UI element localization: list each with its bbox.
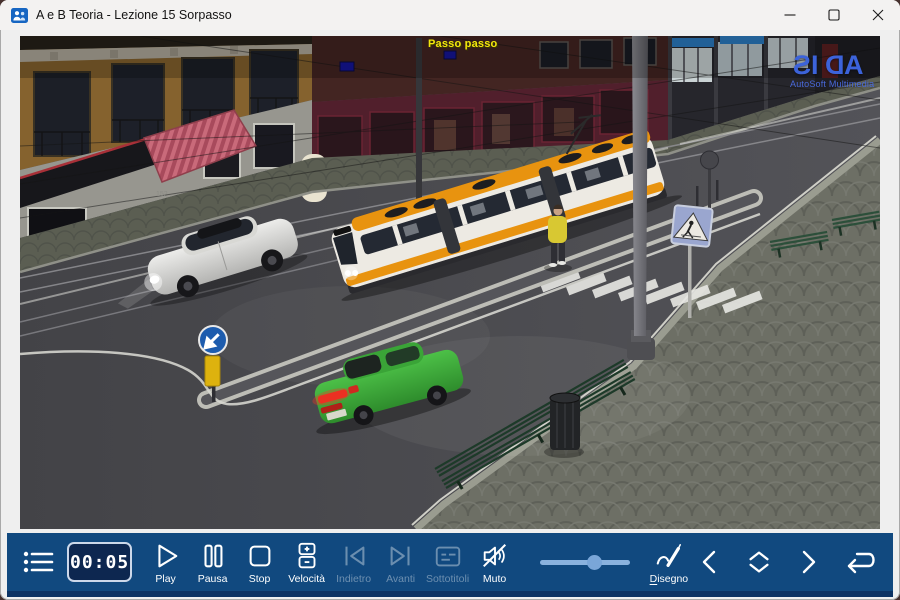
chevron-left-icon — [698, 548, 722, 576]
lesson-video-viewport[interactable]: Passo passo 152 SIDA AutoSoft Multimedia — [20, 36, 880, 529]
app-window: A e B Teoria - Lezione 15 Sorpasso — [0, 0, 900, 600]
subtitles-icon — [433, 541, 463, 571]
minimize-icon — [784, 9, 796, 21]
chapter-list-button[interactable] — [743, 545, 775, 579]
step-forward-button[interactable]: Avanti — [377, 539, 424, 585]
menu-button[interactable] — [21, 547, 55, 577]
play-icon — [151, 541, 181, 571]
skip-forward-icon — [386, 541, 416, 571]
maximize-button[interactable] — [812, 0, 856, 30]
mute-icon — [480, 541, 510, 571]
volume-slider-thumb[interactable] — [587, 555, 602, 570]
previous-button[interactable] — [694, 545, 726, 579]
app-icon — [11, 8, 28, 23]
menu-list-icon — [21, 547, 55, 577]
play-button[interactable]: Play — [142, 539, 189, 585]
window-title: A e B Teoria - Lezione 15 Sorpasso — [36, 8, 232, 22]
lesson-navigation — [694, 545, 881, 579]
maximize-icon — [828, 9, 840, 21]
chevron-up-down-icon — [744, 547, 774, 577]
chevron-right-icon — [796, 548, 820, 576]
window-controls — [768, 0, 900, 30]
step-mode-caption: Passo passo — [428, 38, 497, 50]
close-icon — [872, 9, 884, 21]
sida-logo-subtitle: AutoSoft Multimedia — [790, 79, 880, 89]
draw-button-label: Disegno — [650, 573, 689, 585]
street-scene — [20, 36, 880, 529]
draw-button[interactable]: Disegno — [644, 539, 694, 585]
speed-plus-minus-icon — [292, 541, 322, 571]
window-bottom-accent — [7, 591, 893, 597]
sida-logo: SIDA AutoSoft Multimedia — [790, 52, 880, 89]
mute-button[interactable]: Muto — [471, 539, 518, 585]
house-number: 152 — [156, 191, 168, 198]
volume-slider-track[interactable] — [540, 560, 630, 565]
player-toolbar: 00:05 Play Pausa Stop — [7, 533, 893, 591]
pause-icon — [198, 541, 228, 571]
return-arrow-icon — [843, 547, 879, 577]
next-button[interactable] — [792, 545, 824, 579]
speed-button[interactable]: Velocità — [283, 539, 330, 585]
subtitles-button[interactable]: Sottotitoli — [424, 539, 471, 585]
return-button[interactable] — [841, 545, 881, 579]
stop-button[interactable]: Stop — [236, 539, 283, 585]
transport-controls: Play Pausa Stop Vel — [142, 539, 518, 585]
close-button[interactable] — [856, 0, 900, 30]
volume-slider[interactable] — [540, 552, 630, 572]
stop-icon — [245, 541, 275, 571]
trash-bin — [544, 393, 584, 458]
draw-pen-icon — [653, 541, 685, 571]
pause-button[interactable]: Pausa — [189, 539, 236, 585]
step-back-button[interactable]: Indietro — [330, 539, 377, 585]
minimize-button[interactable] — [768, 0, 812, 30]
title-bar: A e B Teoria - Lezione 15 Sorpasso — [0, 0, 900, 30]
sida-logo-letters: SIDA — [790, 52, 880, 78]
skip-back-icon — [339, 541, 369, 571]
timer-display: 00:05 — [67, 542, 132, 582]
